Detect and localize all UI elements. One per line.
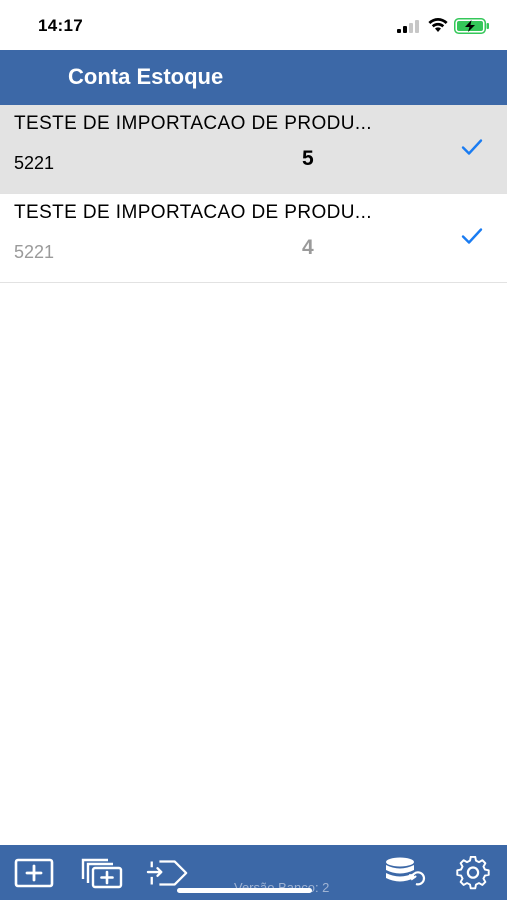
list-item[interactable]: TESTE DE IMPORTACAO DE PRODU... 5221 5 bbox=[0, 105, 507, 194]
app-header: Conta Estoque bbox=[0, 50, 507, 105]
item-quantity: 4 bbox=[302, 236, 314, 259]
add-item-button[interactable] bbox=[12, 855, 56, 891]
item-code: 5221 bbox=[14, 153, 55, 173]
add-multiple-button[interactable] bbox=[80, 855, 124, 891]
settings-button[interactable] bbox=[451, 855, 495, 891]
database-sync-button[interactable] bbox=[383, 855, 427, 891]
checkmark-icon bbox=[461, 228, 483, 244]
settings-gear-icon bbox=[456, 856, 490, 890]
checkmark-icon bbox=[461, 139, 483, 155]
add-item-icon bbox=[14, 858, 54, 888]
home-indicator bbox=[177, 888, 312, 893]
import-tag-icon bbox=[146, 860, 188, 886]
item-quantity: 5 bbox=[302, 147, 314, 170]
cellular-signal-icon bbox=[397, 20, 419, 33]
bottom-toolbar: Versão Banco: 2 bbox=[0, 845, 507, 900]
wifi-icon bbox=[428, 18, 448, 32]
status-time: 14:17 bbox=[38, 16, 83, 35]
page-title: Conta Estoque bbox=[68, 64, 224, 89]
list-item[interactable]: TESTE DE IMPORTACAO DE PRODU... 5221 4 bbox=[0, 194, 507, 283]
import-tag-button[interactable] bbox=[146, 855, 190, 891]
database-sync-icon bbox=[386, 857, 426, 886]
stock-count-list: TESTE DE IMPORTACAO DE PRODU... 5221 5 T… bbox=[0, 105, 507, 283]
item-title: TESTE DE IMPORTACAO DE PRODU... bbox=[14, 202, 372, 223]
item-code: 5221 bbox=[14, 242, 55, 262]
item-title: TESTE DE IMPORTACAO DE PRODU... bbox=[14, 113, 372, 134]
status-bar: 14:17 bbox=[0, 0, 507, 50]
add-multiple-icon bbox=[81, 858, 123, 889]
battery-charging-icon bbox=[454, 18, 489, 34]
